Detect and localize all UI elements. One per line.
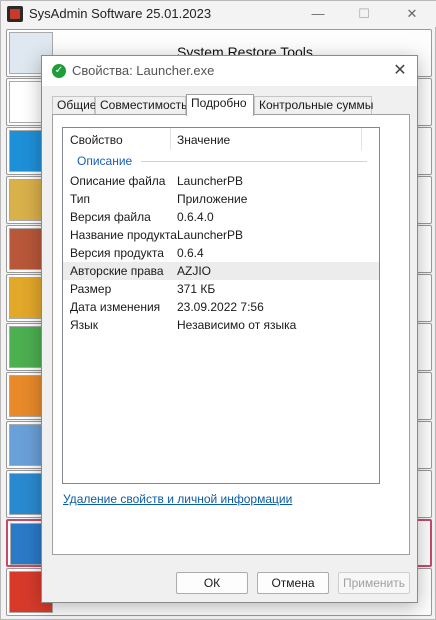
cancel-button[interactable]: Отмена	[257, 572, 329, 594]
property-name: Язык	[70, 318, 99, 332]
list-item[interactable]: Тип Приложение	[63, 190, 379, 208]
dialog-title: Свойства: Launcher.exe	[72, 63, 215, 78]
column-divider[interactable]	[170, 128, 171, 150]
shield-check-icon: ✓	[52, 64, 66, 78]
dialog-titlebar: ✓ Свойства: Launcher.exe ✕	[42, 56, 417, 86]
dialog-close-button[interactable]: ✕	[388, 60, 412, 82]
app-logo-icon	[7, 6, 23, 22]
properties-dialog: ✓ Свойства: Launcher.exe ✕ Общие Совмест…	[41, 55, 418, 603]
list-item[interactable]: Название продукта LauncherPB	[63, 226, 379, 244]
property-value: 23.09.2022 7:56	[177, 300, 264, 314]
property-value: 0.6.4	[177, 246, 204, 260]
property-value: Приложение	[177, 192, 248, 206]
maximize-button[interactable]: ☐	[349, 3, 379, 25]
property-name: Версия продукта	[70, 246, 164, 260]
list-item[interactable]: Дата изменения 23.09.2022 7:56	[63, 298, 379, 316]
property-value: 371 КБ	[177, 282, 216, 296]
minimize-button[interactable]: —	[303, 3, 333, 25]
list-item[interactable]: Описание файла LauncherPB	[63, 172, 379, 190]
app-title: SysAdmin Software 25.01.2023	[29, 6, 212, 21]
tab-strip: Общие Совместимость Подробно Контрольные…	[52, 94, 410, 116]
list-item[interactable]: Язык Независимо от языка	[63, 316, 379, 334]
property-name: Описание файла	[70, 174, 166, 188]
property-value: 0.6.4.0	[177, 210, 214, 224]
property-value: Независимо от языка	[177, 318, 297, 332]
remove-properties-link[interactable]: Удаление свойств и личной информации	[63, 492, 292, 506]
column-header-property[interactable]: Свойство	[70, 133, 123, 147]
group-divider	[141, 161, 367, 162]
close-button[interactable]: ✕	[397, 3, 427, 25]
property-name: Версия файла	[70, 210, 151, 224]
property-name: Тип	[70, 192, 91, 206]
column-header-value[interactable]: Значение	[177, 133, 230, 147]
property-name: Авторские права	[70, 264, 164, 278]
properties-list[interactable]: Свойство Значение Описание Описание файл…	[62, 127, 380, 484]
tab-checksums[interactable]: Контрольные суммы	[254, 96, 373, 115]
tab-compatibility[interactable]: Совместимость	[95, 96, 187, 115]
group-header: Описание	[63, 152, 379, 170]
property-name: Название продукта	[70, 228, 177, 242]
list-item[interactable]: Версия продукта 0.6.4	[63, 244, 379, 262]
property-value: AZJIO	[177, 264, 212, 278]
property-value: LauncherPB	[177, 174, 244, 188]
apply-button[interactable]: Применить	[338, 572, 410, 594]
list-item[interactable]: Версия файла 0.6.4.0	[63, 208, 379, 226]
list-item-selected[interactable]: Авторские права AZJIO	[63, 262, 379, 280]
list-item[interactable]: Размер 371 КБ	[63, 280, 379, 298]
details-panel: Свойство Значение Описание Описание файл…	[52, 114, 410, 555]
property-value: LauncherPB	[177, 228, 244, 242]
tab-details[interactable]: Подробно	[186, 94, 254, 116]
property-name: Дата изменения	[70, 300, 161, 314]
tab-general[interactable]: Общие	[52, 96, 96, 115]
column-divider[interactable]	[361, 128, 362, 150]
group-label: Описание	[77, 154, 133, 168]
property-name: Размер	[70, 282, 112, 296]
app-titlebar: SysAdmin Software 25.01.2023 — ☐ ✕	[1, 1, 436, 27]
ok-button[interactable]: ОК	[176, 572, 248, 594]
list-header: Свойство Значение	[63, 128, 379, 150]
